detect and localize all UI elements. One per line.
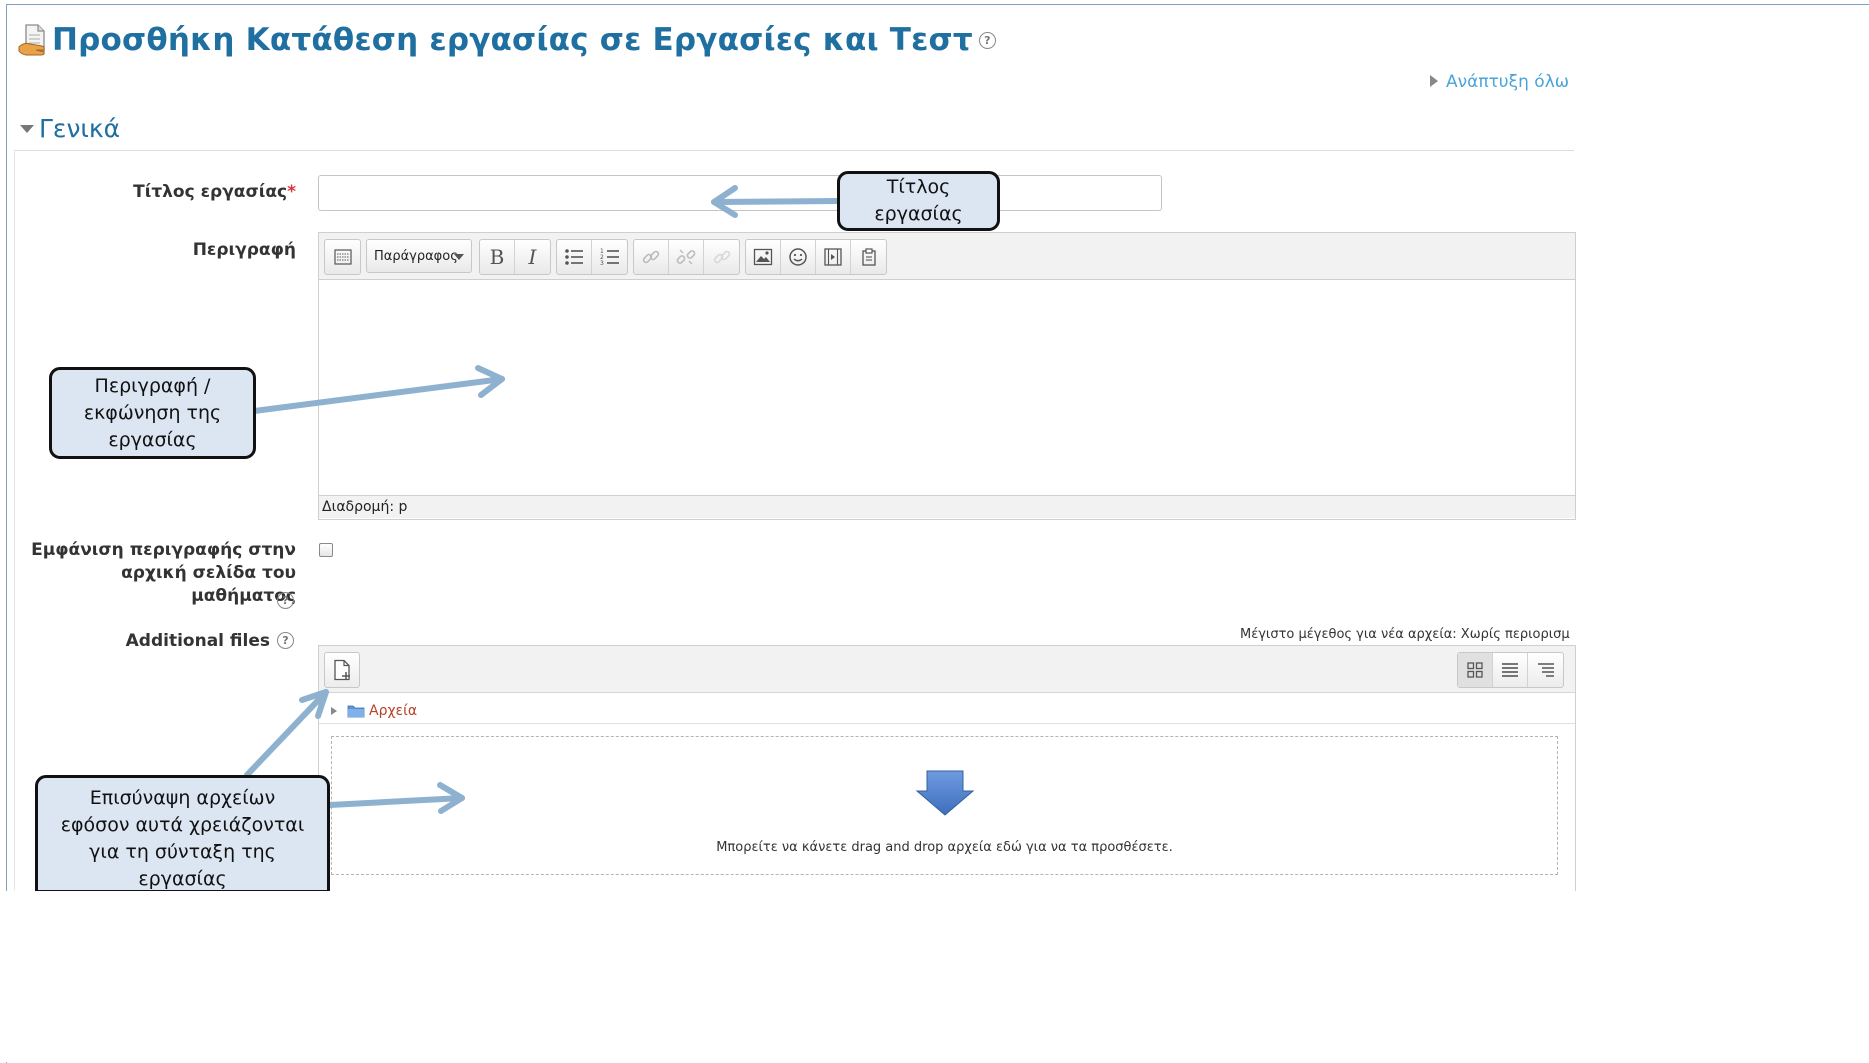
view-mode-group: [1457, 652, 1564, 688]
bold-button[interactable]: B: [480, 240, 515, 274]
page-title: Προσθήκη Κατάθεση εργασίας σε Εργασίες κ…: [52, 22, 973, 58]
show-description-checkbox[interactable]: [319, 543, 333, 557]
toolbar-group-insert: [745, 239, 887, 275]
show-description-help-icon[interactable]: ?: [277, 592, 294, 609]
title-field-label: Τίτλος εργασίας*: [100, 181, 296, 204]
image-icon: [753, 248, 773, 266]
title-callout: Τίτλος εργασίας: [837, 171, 1000, 231]
description-field-label: Περιγραφή: [192, 240, 296, 260]
list-view-icon: [1502, 663, 1518, 677]
link-button[interactable]: [634, 240, 669, 274]
svg-text:3: 3: [600, 260, 604, 266]
unlink-icon: [676, 249, 696, 265]
view-list-button[interactable]: [1493, 653, 1528, 687]
italic-button[interactable]: I: [515, 240, 550, 274]
unordered-list-button[interactable]: [557, 240, 592, 274]
media-icon: [824, 248, 842, 266]
expand-all-link[interactable]: Ανάπτυξη όλων: [1430, 72, 1568, 92]
media-button[interactable]: [816, 240, 851, 274]
section-general-toggle[interactable]: Γενικά: [20, 114, 120, 143]
file-path-divider: [319, 723, 1575, 724]
link-icon: [642, 250, 660, 264]
expand-triangle-icon: [1430, 75, 1438, 87]
toolbar-toggle-button[interactable]: [325, 240, 360, 274]
view-icons-button[interactable]: [1458, 653, 1493, 687]
toolbar-group-toggle: [324, 239, 361, 275]
file-drop-zone[interactable]: Μπορείτε να κάνετε drag and drop αρχεία …: [331, 736, 1558, 875]
fieldset-border: [14, 150, 1574, 151]
ordered-list-icon: 1 2 3: [600, 248, 619, 266]
toolbar-group-links: [633, 239, 740, 275]
attach-callout-line4: εργασίας: [138, 868, 227, 890]
description-editor: Παράγραφος B I 1 2 3 Διαδρομή: p: [318, 232, 1576, 520]
view-tree-button[interactable]: [1528, 653, 1563, 687]
show-description-label-line2: αρχική σελίδα του μαθήματος: [121, 563, 296, 606]
description-callout-line1: Περιγραφή /: [94, 374, 211, 397]
italic-icon: I: [528, 245, 537, 269]
expand-all-label: Ανάπτυξη όλων: [1446, 72, 1568, 92]
show-description-label-line1: Εμφάνιση περιγραφής στην: [31, 540, 296, 560]
add-file-button[interactable]: [324, 652, 360, 688]
drop-arrow-icon: [915, 770, 975, 816]
title-callout-line2: εργασίας: [874, 203, 963, 225]
expand-folder-icon: [331, 707, 337, 715]
paste-icon: [861, 248, 876, 266]
folder-name: Αρχεία: [369, 703, 418, 719]
show-description-label: Εμφάνιση περιγραφής στην αρχική σελίδα τ…: [20, 539, 296, 608]
image-button[interactable]: [746, 240, 781, 274]
additional-files-label: Additional files: [125, 631, 270, 651]
help-icon[interactable]: ?: [978, 31, 996, 49]
unlink-button[interactable]: [669, 240, 704, 274]
bold-icon: B: [489, 245, 505, 269]
unordered-list-icon: [565, 249, 583, 265]
toolbar-group-lists: 1 2 3: [556, 239, 628, 275]
grid-view-icon: [1467, 662, 1483, 678]
drop-zone-instructions: Μπορείτε να κάνετε drag and drop αρχεία …: [716, 840, 1173, 855]
attach-callout-line3: για τη σύνταξη της: [89, 841, 276, 863]
attach-callout-line2: εφόσον αυτά χρειάζονται: [60, 814, 305, 836]
attach-callout-line1: Επισύναψη αρχείων: [89, 787, 276, 809]
folder-icon: [347, 705, 365, 718]
additional-files-help-icon[interactable]: ?: [277, 632, 294, 649]
paragraph-select[interactable]: Παράγραφος: [366, 239, 472, 273]
editor-toolbar: Παράγραφος B I 1 2 3: [319, 233, 1575, 280]
editor-path-status: Διαδρομή: p: [319, 495, 1575, 518]
toolbar-toggle-icon: [333, 249, 352, 265]
description-callout-line2: εκφώνηση της: [83, 401, 222, 424]
ordered-list-button[interactable]: 1 2 3: [592, 240, 627, 274]
blank-bottom-area: [0, 891, 1869, 1062]
chevron-down-icon: [454, 254, 464, 260]
add-file-icon: [334, 659, 350, 681]
section-legend: Γενικά: [39, 114, 121, 143]
anchor-link-icon: [713, 250, 730, 264]
attach-callout: Επισύναψη αρχείων εφόσον αυτά χρειάζοντα…: [35, 775, 330, 893]
file-manager: Αρχεία Μπορείτε να κάνετε drag and drop …: [318, 645, 1576, 892]
file-path-breadcrumb[interactable]: Αρχεία: [331, 703, 417, 719]
description-callout-line3: εργασίας: [108, 428, 197, 451]
max-file-size-note: Μέγιστο μέγεθος για νέα αρχεία: Χωρίς πε…: [1240, 627, 1570, 642]
title-label-text: Τίτλος εργασίας: [133, 182, 288, 202]
emoticon-icon: [789, 248, 807, 266]
page-header: Προσθήκη Κατάθεση εργασίας σε Εργασίες κ…: [18, 18, 996, 62]
required-mark: *: [287, 182, 296, 202]
assignment-icon: [18, 23, 48, 57]
toolbar-group-style: B I: [479, 239, 551, 275]
title-callout-line1: Τίτλος: [886, 176, 951, 198]
description-callout: Περιγραφή / εκφώνηση της εργασίας: [49, 367, 256, 459]
paste-button[interactable]: [851, 240, 886, 274]
collapse-triangle-icon: [20, 124, 34, 133]
anchor-link-button[interactable]: [704, 240, 739, 274]
paragraph-select-value: Παράγραφος: [374, 248, 458, 264]
editor-content-area[interactable]: [319, 280, 1575, 495]
tree-view-icon: [1537, 663, 1554, 677]
emoticon-button[interactable]: [781, 240, 816, 274]
fieldset-border-left: [14, 150, 15, 890]
file-manager-toolbar: [319, 646, 1575, 693]
title-input[interactable]: [318, 175, 1162, 211]
